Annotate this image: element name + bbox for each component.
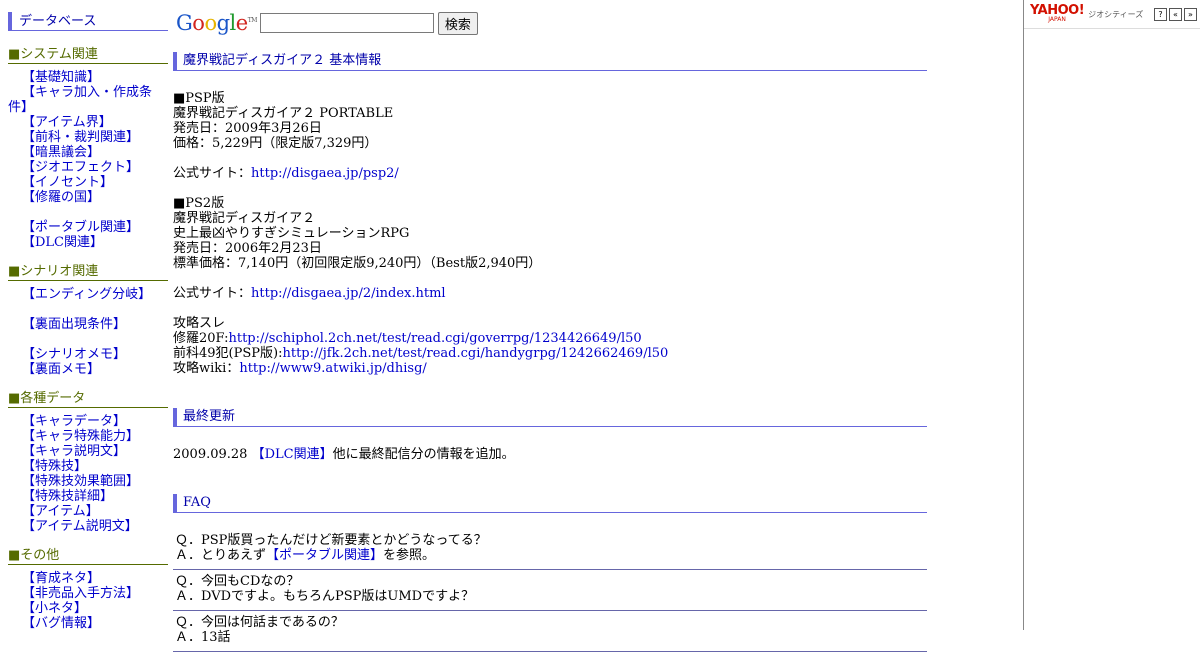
faq-question: Ｑ．今回は何話まであるの？ xyxy=(175,615,344,630)
update-entry: 2009.09.28 【DLC関連】他に最終配信分の情報を追加。 xyxy=(173,447,515,462)
sidebar-link-item-world[interactable]: 【アイテム界】 xyxy=(8,115,168,130)
thread-carnage-link[interactable]: http://schiphol.2ch.net/test/read.cgi/go… xyxy=(228,331,641,346)
sidebar: データベース ■システム関連 【基礎知識】 【キャラ加入・作成条件】 【アイテム… xyxy=(8,12,168,645)
sidebar-link-chara-join[interactable]: 【キャラ加入・作成条件】 xyxy=(8,85,168,115)
sidebar-link-skill-detail[interactable]: 【特殊技詳細】 xyxy=(8,489,168,504)
faq-question: Ｑ．PSP版買ったんだけど新要素とかどうなってる？ xyxy=(175,533,487,548)
psp-site-link[interactable]: http://disgaea.jp/psp2/ xyxy=(251,166,399,181)
sidebar-link-geo-effect[interactable]: 【ジオエフェクト】 xyxy=(8,160,168,175)
sidebar-link-items[interactable]: 【アイテム】 xyxy=(8,504,168,519)
faq-answer: Ａ．DVDですよ。もちろんPSP版はUMDですよ？ xyxy=(175,589,475,604)
geocities-bar: YAHOO! JAPAN ジオシティーズ ? « » xyxy=(1024,0,1200,29)
ps2-price: 標準価格：7,140円（初回限定版9,240円）（Best版2,940円） xyxy=(173,256,542,271)
update-dlc-link[interactable]: 【DLC関連】 xyxy=(252,447,333,462)
google-logo-tm: TM xyxy=(247,17,258,24)
sidebar-heading-data: ■各種データ xyxy=(8,391,168,408)
thread-wiki: 攻略wiki：http://www9.atwiki.jp/dhisg/ xyxy=(173,361,427,376)
sidebar-title: データベース xyxy=(8,12,168,31)
search-input[interactable] xyxy=(259,13,434,33)
threads-info: 攻略スレ 修羅20F:http://schiphol.2ch.net/test/… xyxy=(173,316,927,376)
faq-list: Ｑ．PSP版買ったんだけど新要素とかどうなってる？ Ａ．とりあえず【ポータブル関… xyxy=(173,533,927,652)
sidebar-link-dark-assembly[interactable]: 【暗黒議会】 xyxy=(8,145,168,160)
sidebar-link-chara-desc[interactable]: 【キャラ説明文】 xyxy=(8,444,168,459)
sidebar-link-skill-range[interactable]: 【特殊技効果範囲】 xyxy=(8,474,168,489)
ps2-release: 発売日：2006年2月23日 xyxy=(173,241,322,256)
sidebar-section-data: ■各種データ 【キャラデータ】 【キャラ特殊能力】 【キャラ説明文】 【特殊技】… xyxy=(8,391,168,534)
sidebar-link-tips[interactable]: 【小ネタ】 xyxy=(8,601,168,616)
faq-item: Ｑ．今回は何話まであるの？ Ａ．13話 xyxy=(173,611,927,652)
sidebar-link-basics[interactable]: 【基礎知識】 xyxy=(8,70,168,85)
ps2-label: ■PS2版 xyxy=(173,196,225,211)
geocities-label: ジオシティーズ xyxy=(1088,9,1144,19)
sidebar-heading-system: ■システム関連 xyxy=(8,47,168,64)
ps2-site-link[interactable]: http://disgaea.jp/2/index.html xyxy=(251,286,446,301)
sidebar-link-bugs[interactable]: 【バグ情報】 xyxy=(8,616,168,631)
sidebar-link-crimes[interactable]: 【前科・裁判関連】 xyxy=(8,130,168,145)
wiki-link[interactable]: http://www9.atwiki.jp/dhisg/ xyxy=(239,361,426,376)
sidebar-link-carnage[interactable]: 【修羅の国】 xyxy=(8,190,168,205)
sidebar-link-chara-data[interactable]: 【キャラデータ】 xyxy=(8,414,168,429)
ad-controls: ? « » xyxy=(1152,7,1197,21)
update-heading: 最終更新 xyxy=(173,408,927,427)
faq-answer: Ａ．13話 xyxy=(175,630,231,645)
ad-panel: YAHOO! JAPAN ジオシティーズ ? « » xyxy=(1023,0,1200,630)
ps2-site: 公式サイト：http://disgaea.jp/2/index.html xyxy=(173,286,446,301)
sidebar-link-item-desc[interactable]: 【アイテム説明文】 xyxy=(8,519,168,534)
main-content: 魔界戦記ディスガイア２ 基本情報 ■PSP版 魔界戦記ディスガイア２ PORTA… xyxy=(173,52,927,652)
sidebar-link-extra-memo[interactable]: 【裏面メモ】 xyxy=(8,362,168,377)
ps2-info: ■PS2版 魔界戦記ディスガイア２ 史上最凶やりすぎシミュレーションRPG 発売… xyxy=(173,196,927,301)
thread-crimes: 前科49犯(PSP版):http://jfk.2ch.net/test/read… xyxy=(173,346,669,361)
faq-item: Ｑ．PSP版買ったんだけど新要素とかどうなってる？ Ａ．とりあえず【ポータブル関… xyxy=(173,533,927,570)
sidebar-link-extra-stage[interactable]: 【裏面出現条件】 xyxy=(8,317,168,332)
sidebar-link-training[interactable]: 【育成ネタ】 xyxy=(8,571,168,586)
thread-crimes-link[interactable]: http://jfk.2ch.net/test/read.cgi/handygr… xyxy=(282,346,668,361)
psp-info: ■PSP版 魔界戦記ディスガイア２ PORTABLE 発売日：2009年3月26… xyxy=(173,91,927,181)
sidebar-section-other: ■その他 【育成ネタ】 【非売品入手方法】 【小ネタ】 【バグ情報】 xyxy=(8,548,168,631)
ps2-title: 魔界戦記ディスガイア２ xyxy=(173,211,316,226)
search-button[interactable]: 検索 xyxy=(437,11,478,35)
google-logo: GoogleTM xyxy=(176,11,257,35)
psp-price: 価格：5,229円（限定版7,329円） xyxy=(173,136,378,151)
sidebar-link-scenario-memo[interactable]: 【シナリオメモ】 xyxy=(8,347,168,362)
faq-answer: Ａ．とりあえず【ポータブル関連】を参照。 xyxy=(175,548,436,563)
faq-portable-link[interactable]: 【ポータブル関連】 xyxy=(266,548,383,563)
psp-site: 公式サイト：http://disgaea.jp/psp2/ xyxy=(173,166,399,181)
psp-release: 発売日：2009年3月26日 xyxy=(173,121,322,136)
threads-label: 攻略スレ xyxy=(173,316,226,331)
faq-item: Ｑ．今回もCDなの？ Ａ．DVDですよ。もちろんPSP版はUMDですよ？ xyxy=(173,570,927,611)
sidebar-link-skills[interactable]: 【特殊技】 xyxy=(8,459,168,474)
sidebar-heading-scenario: ■シナリオ関連 xyxy=(8,264,168,281)
psp-label: ■PSP版 xyxy=(173,91,225,106)
sidebar-section-system: ■システム関連 【基礎知識】 【キャラ加入・作成条件】 【アイテム界】 【前科・… xyxy=(8,47,168,250)
sidebar-link-dlc[interactable]: 【DLC関連】 xyxy=(8,235,168,250)
faq-heading: FAQ xyxy=(173,494,927,513)
sidebar-link-chara-abilities[interactable]: 【キャラ特殊能力】 xyxy=(8,429,168,444)
expand-icon[interactable]: » xyxy=(1184,7,1197,21)
sidebar-link-portable[interactable]: 【ポータブル関連】 xyxy=(8,220,168,235)
help-icon[interactable]: ? xyxy=(1154,7,1167,21)
sidebar-link-innocent[interactable]: 【イノセント】 xyxy=(8,175,168,190)
psp-title: 魔界戦記ディスガイア２ PORTABLE xyxy=(173,106,394,121)
faq-question: Ｑ．今回もCDなの？ xyxy=(175,574,300,589)
sidebar-link-endings[interactable]: 【エンディング分岐】 xyxy=(8,287,168,302)
sidebar-section-scenario: ■シナリオ関連 【エンディング分岐】 【裏面出現条件】 【シナリオメモ】 【裏面… xyxy=(8,264,168,377)
collapse-icon[interactable]: « xyxy=(1169,7,1182,21)
thread-carnage: 修羅20F:http://schiphol.2ch.net/test/read.… xyxy=(173,331,642,346)
basic-info-heading: 魔界戦記ディスガイア２ 基本情報 xyxy=(173,52,927,71)
yahoo-logo: YAHOO! JAPAN xyxy=(1030,3,1085,23)
sidebar-heading-other: ■その他 xyxy=(8,548,168,565)
search-bar: GoogleTM 検索 xyxy=(176,10,478,36)
sidebar-link-nonsale[interactable]: 【非売品入手方法】 xyxy=(8,586,168,601)
ps2-subtitle: 史上最凶やりすぎシミュレーションRPG xyxy=(173,226,410,241)
